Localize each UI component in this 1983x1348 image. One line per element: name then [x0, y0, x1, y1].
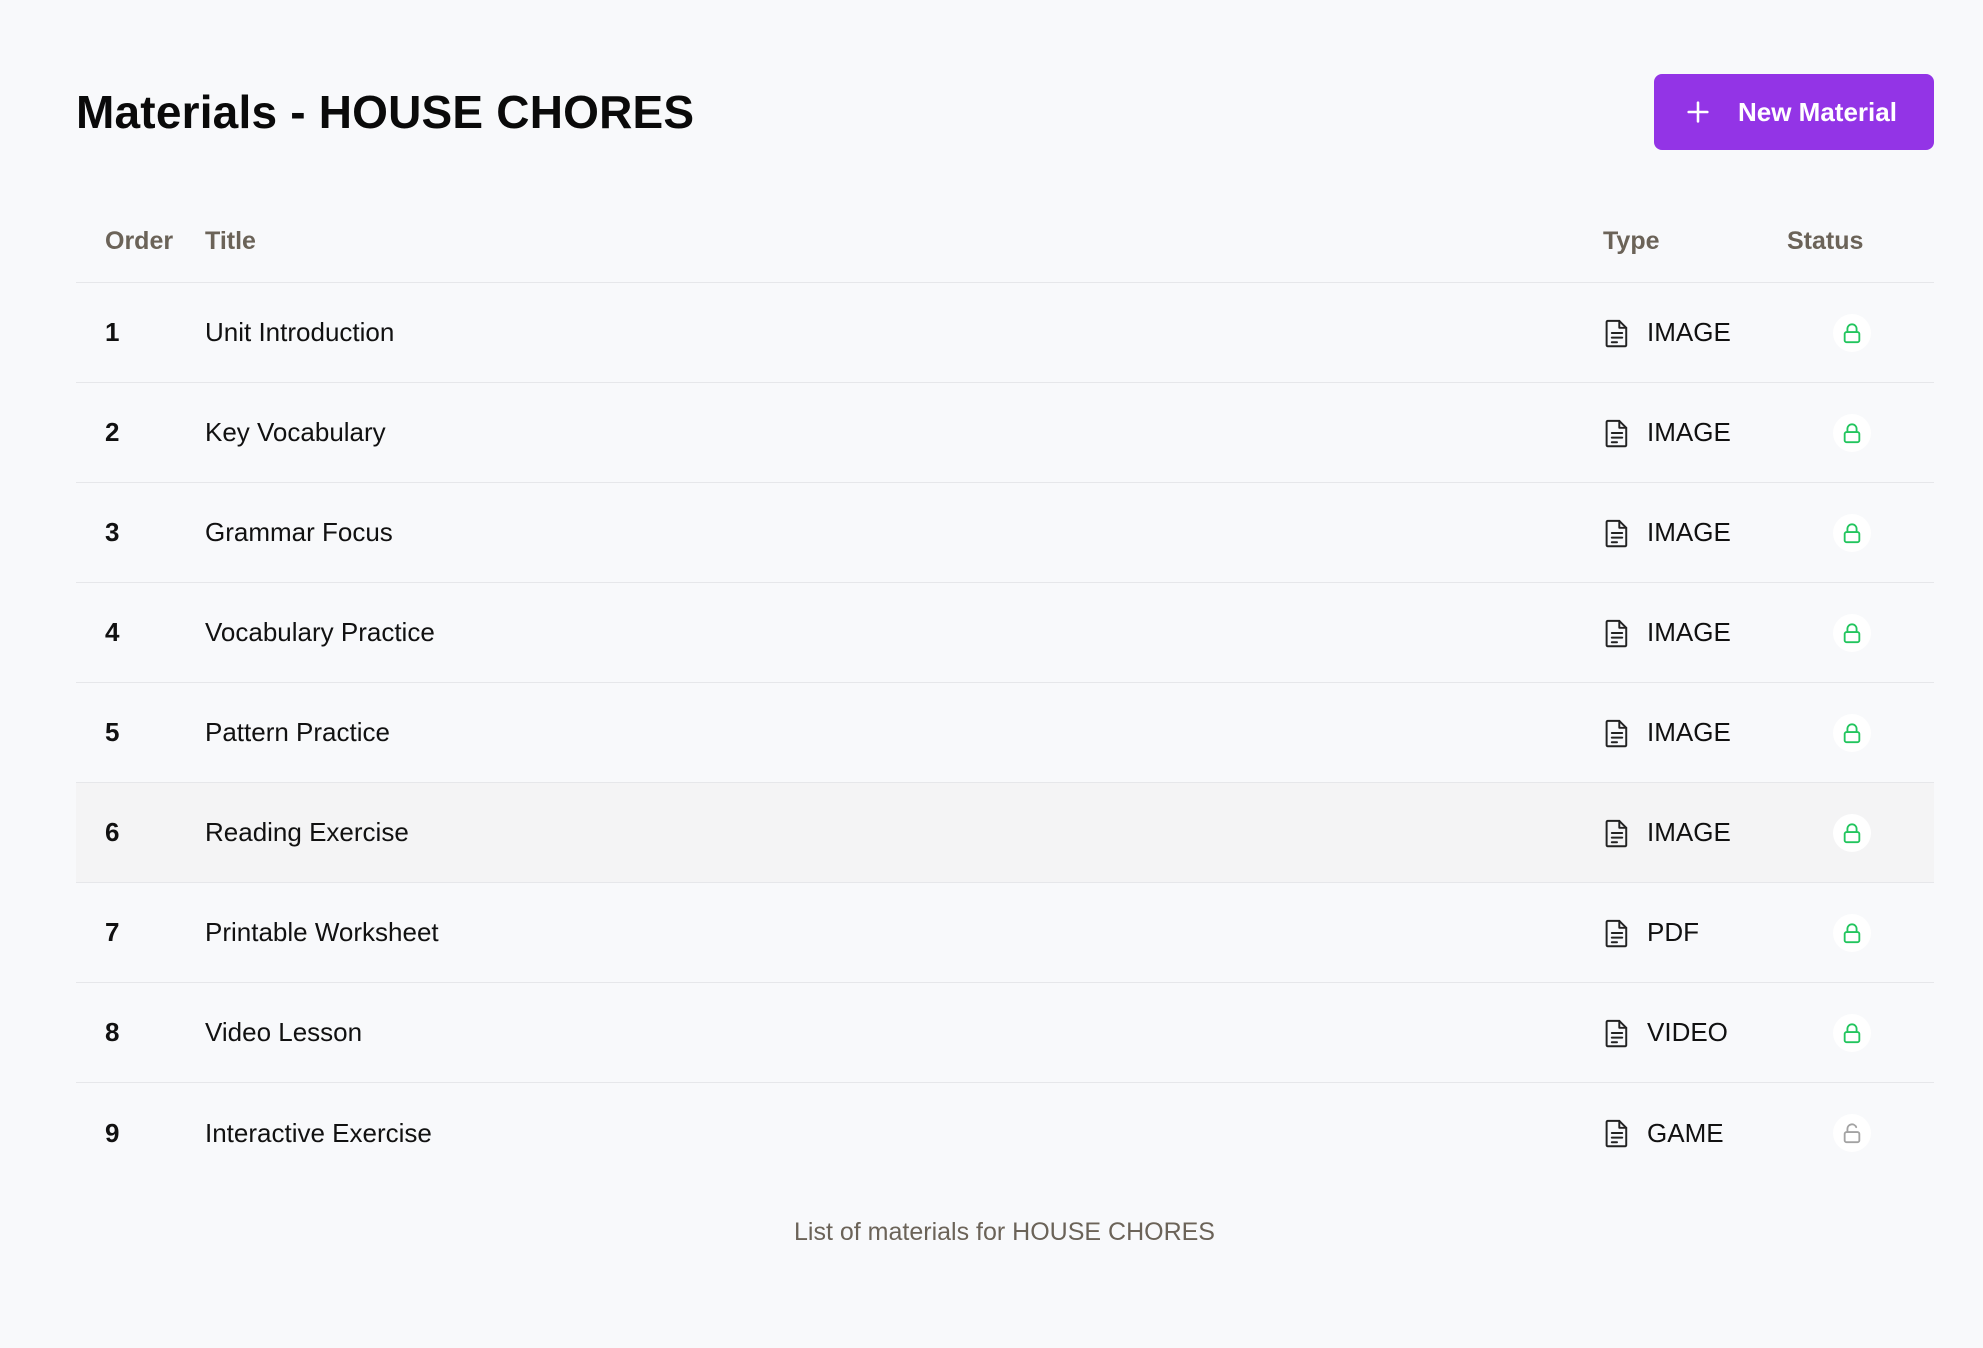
status-toggle[interactable] — [1833, 313, 1871, 352]
row-type-label: IMAGE — [1647, 317, 1731, 347]
unlock-icon — [1843, 1123, 1861, 1144]
lock-icon — [1843, 722, 1861, 743]
lock-icon — [1843, 322, 1861, 343]
row-status — [1787, 413, 1934, 452]
row-order: 6 — [105, 817, 120, 847]
row-type: IMAGE — [1603, 517, 1787, 548]
row-title[interactable]: Unit Introduction — [205, 317, 1603, 348]
table-row[interactable]: 1 Unit Introduction IMAGE — [76, 283, 1934, 383]
row-title[interactable]: Key Vocabulary — [205, 417, 1603, 448]
table-row[interactable]: 3 Grammar Focus IMAGE — [76, 483, 1934, 583]
lock-icon — [1843, 422, 1861, 443]
row-type-label: IMAGE — [1647, 417, 1731, 447]
row-title[interactable]: Vocabulary Practice — [205, 617, 1603, 648]
row-status — [1787, 913, 1934, 952]
table-row[interactable]: 2 Key Vocabulary IMAGE — [76, 383, 1934, 483]
lock-icon — [1843, 922, 1861, 943]
row-order: 4 — [105, 617, 120, 647]
file-text-icon — [1605, 819, 1628, 847]
row-type: IMAGE — [1603, 317, 1787, 348]
row-title[interactable]: Grammar Focus — [205, 517, 1603, 548]
row-type: IMAGE — [1603, 717, 1787, 748]
file-text-icon — [1605, 419, 1628, 447]
row-title[interactable]: Pattern Practice — [205, 717, 1603, 748]
file-text-icon — [1605, 1019, 1628, 1047]
status-toggle[interactable] — [1833, 813, 1871, 852]
status-toggle[interactable] — [1833, 513, 1871, 552]
table-row[interactable]: 9 Interactive Exercise GAME — [76, 1083, 1934, 1183]
column-header-title[interactable]: Title — [205, 227, 1603, 256]
file-text-icon — [1605, 519, 1628, 547]
file-text-icon — [1605, 619, 1628, 647]
row-type-label: IMAGE — [1647, 817, 1731, 847]
status-toggle[interactable] — [1833, 913, 1871, 952]
table-row[interactable]: 6 Reading Exercise IMAGE — [76, 783, 1934, 883]
row-status — [1787, 313, 1934, 352]
row-status — [1787, 513, 1934, 552]
lock-icon — [1843, 1022, 1861, 1043]
plus-icon — [1687, 101, 1709, 123]
row-order: 5 — [105, 717, 120, 747]
page-header: Materials - HOUSE CHORES New Material — [76, 74, 1934, 150]
row-title[interactable]: Printable Worksheet — [205, 917, 1603, 948]
row-status — [1787, 713, 1934, 752]
file-text-icon — [1605, 1119, 1628, 1148]
table-body: 1 Unit Introduction IMAGE 2 Key Vocabula… — [76, 283, 1934, 1183]
row-status — [1787, 813, 1934, 852]
row-title[interactable]: Reading Exercise — [205, 817, 1603, 848]
file-text-icon — [1605, 919, 1628, 947]
row-type: IMAGE — [1603, 817, 1787, 848]
table-row[interactable]: 4 Vocabulary Practice IMAGE — [76, 583, 1934, 683]
row-order: 3 — [105, 517, 120, 547]
lock-icon — [1843, 822, 1861, 843]
row-type-label: PDF — [1647, 917, 1699, 947]
row-type-label: GAME — [1647, 1117, 1724, 1148]
column-header-order[interactable]: Order — [76, 227, 205, 256]
status-toggle[interactable] — [1833, 1013, 1871, 1052]
file-text-icon — [1605, 319, 1628, 347]
new-material-label: New Material — [1738, 96, 1897, 127]
materials-table: Order Title Type Status 1 Unit Introduct… — [76, 200, 1934, 1183]
status-toggle[interactable] — [1833, 1114, 1871, 1152]
status-toggle[interactable] — [1833, 613, 1871, 652]
row-type-label: IMAGE — [1647, 717, 1731, 747]
row-order: 2 — [105, 417, 120, 447]
row-status — [1787, 613, 1934, 652]
row-status — [1787, 1013, 1934, 1052]
row-status — [1787, 1114, 1934, 1152]
column-header-status[interactable]: Status — [1787, 227, 1934, 256]
row-type-label: VIDEO — [1647, 1017, 1728, 1047]
table-caption: List of materials for HOUSE CHORES — [794, 1218, 1215, 1246]
table-header: Order Title Type Status — [76, 200, 1934, 283]
page-title: Materials - HOUSE CHORES — [76, 86, 695, 138]
row-type-label: IMAGE — [1647, 617, 1731, 647]
row-title[interactable]: Video Lesson — [205, 1017, 1603, 1048]
row-type-label: IMAGE — [1647, 517, 1731, 547]
row-title[interactable]: Interactive Exercise — [205, 1118, 1603, 1149]
row-order: 9 — [105, 1117, 120, 1148]
table-row[interactable]: 8 Video Lesson VIDEO — [76, 983, 1934, 1083]
row-order: 7 — [105, 917, 120, 947]
file-text-icon — [1605, 719, 1628, 747]
new-material-button[interactable]: New Material — [1654, 74, 1934, 150]
table-row[interactable]: 7 Printable Worksheet PDF — [76, 883, 1934, 983]
materials-page: Materials - HOUSE CHORES New Material Or… — [0, 0, 1983, 1348]
row-type: VIDEO — [1603, 1017, 1787, 1048]
lock-icon — [1843, 622, 1861, 643]
row-type: IMAGE — [1603, 417, 1787, 448]
row-type: PDF — [1603, 917, 1787, 948]
status-toggle[interactable] — [1833, 713, 1871, 752]
row-order: 8 — [105, 1017, 120, 1047]
row-type: IMAGE — [1603, 617, 1787, 648]
column-header-type[interactable]: Type — [1603, 227, 1787, 256]
lock-icon — [1843, 522, 1861, 543]
row-type: GAME — [1603, 1118, 1787, 1149]
table-row[interactable]: 5 Pattern Practice IMAGE — [76, 683, 1934, 783]
status-toggle[interactable] — [1833, 413, 1871, 452]
row-order: 1 — [105, 317, 120, 347]
